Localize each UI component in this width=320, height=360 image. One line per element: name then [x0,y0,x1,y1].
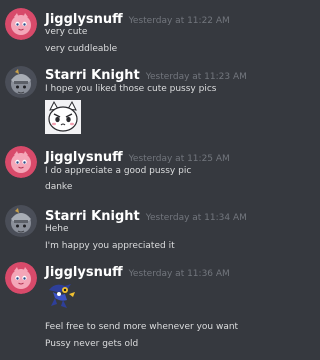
message-text: I'm happy you appreciated it [45,241,175,251]
message-text: danke [45,182,73,192]
username[interactable]: Jigglysnuff [45,150,123,165]
message-header: Starri Knight Yesterday at 11:34 AM [45,207,247,226]
knight-avatar-icon[interactable] [5,66,37,98]
jigglypuff-avatar-icon[interactable] [5,146,37,178]
timestamp: Yesterday at 11:23 AM [145,72,247,82]
knight-avatar-icon[interactable] [5,205,37,237]
message-text: very cuddleable [45,44,118,54]
angry-cat-emote-icon[interactable] [45,100,81,134]
message-text: Pussy never gets old [45,339,139,349]
message-text: Feel free to send more whenever you want [45,322,239,332]
timestamp: Yesterday at 11:34 AM [145,213,247,223]
timestamp: Yesterday at 11:22 AM [128,16,230,26]
message-text: I do appreciate a good pussy pic [45,166,192,176]
username[interactable]: Jigglysnuff [45,265,123,280]
pokemon-sticker-emote-icon[interactable] [45,280,81,312]
jigglypuff-avatar-icon[interactable] [5,262,37,294]
username[interactable]: Starri Knight [45,68,140,83]
chat-message-list[interactable]: Jigglysnuff Yesterday at 11:22 AM very cu… [0,0,314,360]
timestamp: Yesterday at 11:25 AM [128,154,230,164]
jigglypuff-avatar-icon[interactable] [5,8,37,40]
message-text: Hehe [45,224,69,234]
username[interactable]: Starri Knight [45,209,140,224]
timestamp: Yesterday at 11:36 AM [128,269,230,279]
message-text: very cute [45,27,88,37]
username[interactable]: Jigglysnuff [45,12,123,27]
message-text: I hope you liked those cute pussy pics [45,84,217,94]
